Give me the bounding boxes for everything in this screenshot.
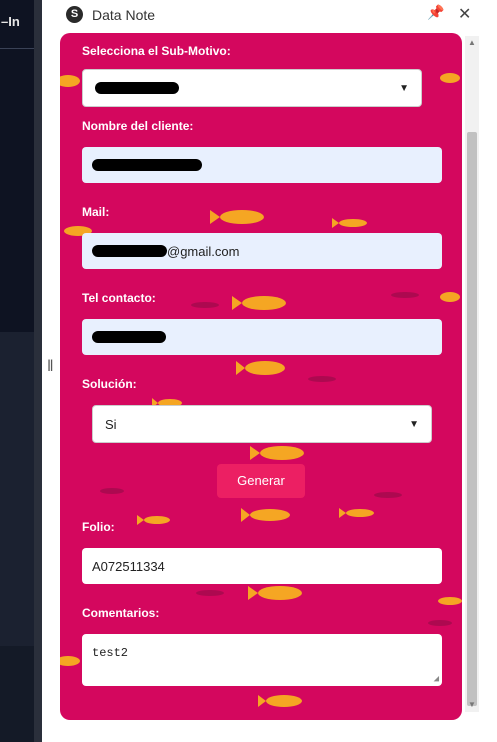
scroll-down-icon[interactable]: ▼ <box>468 700 476 709</box>
fish-icon <box>438 597 462 605</box>
submotivo-select[interactable]: ▼ <box>82 69 422 107</box>
folio-field[interactable]: A072511334 <box>82 548 442 584</box>
background-app-border <box>34 0 42 742</box>
chevron-down-icon: ▼ <box>399 82 409 94</box>
comentarios-value: test2 <box>92 646 129 660</box>
solucion-value: Si <box>105 416 117 432</box>
drag-handle-icon[interactable]: ‖ <box>47 358 54 376</box>
fish-icon <box>332 218 367 228</box>
submotivo-label: Selecciona el Sub-Motivo: <box>82 44 231 58</box>
fish-icon <box>232 296 286 310</box>
fish-icon <box>60 656 80 666</box>
fish-icon <box>60 75 80 87</box>
mail-label: Mail: <box>82 205 110 219</box>
solucion-select[interactable]: Si ▼ <box>92 405 432 443</box>
data-note-form: Selecciona el Sub-Motivo: ▼ Nombre del c… <box>60 33 462 720</box>
fish-icon <box>137 515 170 525</box>
fish-icon <box>248 586 302 600</box>
background-app: –In <box>0 0 42 742</box>
background-app-lower-area <box>0 646 34 742</box>
scrollbar-thumb[interactable] <box>467 132 477 706</box>
redacted-value <box>92 331 166 343</box>
redacted-value <box>92 159 202 171</box>
chevron-down-icon: ▼ <box>409 418 419 430</box>
fish-icon <box>440 73 460 83</box>
divider <box>0 48 34 49</box>
data-note-panel: S Data Note 📌 ✕ ‖ Selecciona el Sub-Moti… <box>42 0 497 742</box>
pin-icon[interactable]: 📌 <box>427 4 444 21</box>
resize-handle-icon[interactable]: ◢ <box>434 674 439 684</box>
fish-icon <box>258 695 302 707</box>
tel-label: Tel contacto: <box>82 291 156 305</box>
folio-label: Folio: <box>82 520 115 534</box>
mail-domain: @gmail.com <box>167 243 240 259</box>
comentarios-label: Comentarios: <box>82 606 160 620</box>
mail-field[interactable]: @gmail.com <box>82 233 442 269</box>
redacted-value <box>95 82 179 94</box>
window-title: Data Note <box>92 7 156 23</box>
close-icon[interactable]: ✕ <box>458 4 471 24</box>
comentarios-textarea[interactable]: test2 ◢ <box>82 634 442 686</box>
fish-icon <box>236 361 285 375</box>
fish-icon <box>339 508 374 518</box>
app-logo-icon: S <box>66 6 83 23</box>
scroll-up-icon[interactable]: ▲ <box>468 38 476 47</box>
fish-icon <box>241 508 290 522</box>
fish-icon <box>210 210 264 224</box>
tel-field[interactable] <box>82 319 442 355</box>
generar-button[interactable]: Generar <box>217 464 305 498</box>
title-bar: S Data Note 📌 ✕ <box>42 0 497 30</box>
folio-value: A072511334 <box>92 558 165 574</box>
scrollbar[interactable]: ▲ ▼ <box>465 36 479 712</box>
fish-icon <box>250 446 304 460</box>
fish-icon <box>440 292 460 302</box>
redacted-value <box>92 245 167 257</box>
cliente-label: Nombre del cliente: <box>82 119 194 133</box>
cliente-field[interactable] <box>82 147 442 183</box>
solucion-label: Solución: <box>82 377 137 391</box>
background-app-dark-area <box>0 0 34 332</box>
background-app-text: –In <box>1 14 20 29</box>
